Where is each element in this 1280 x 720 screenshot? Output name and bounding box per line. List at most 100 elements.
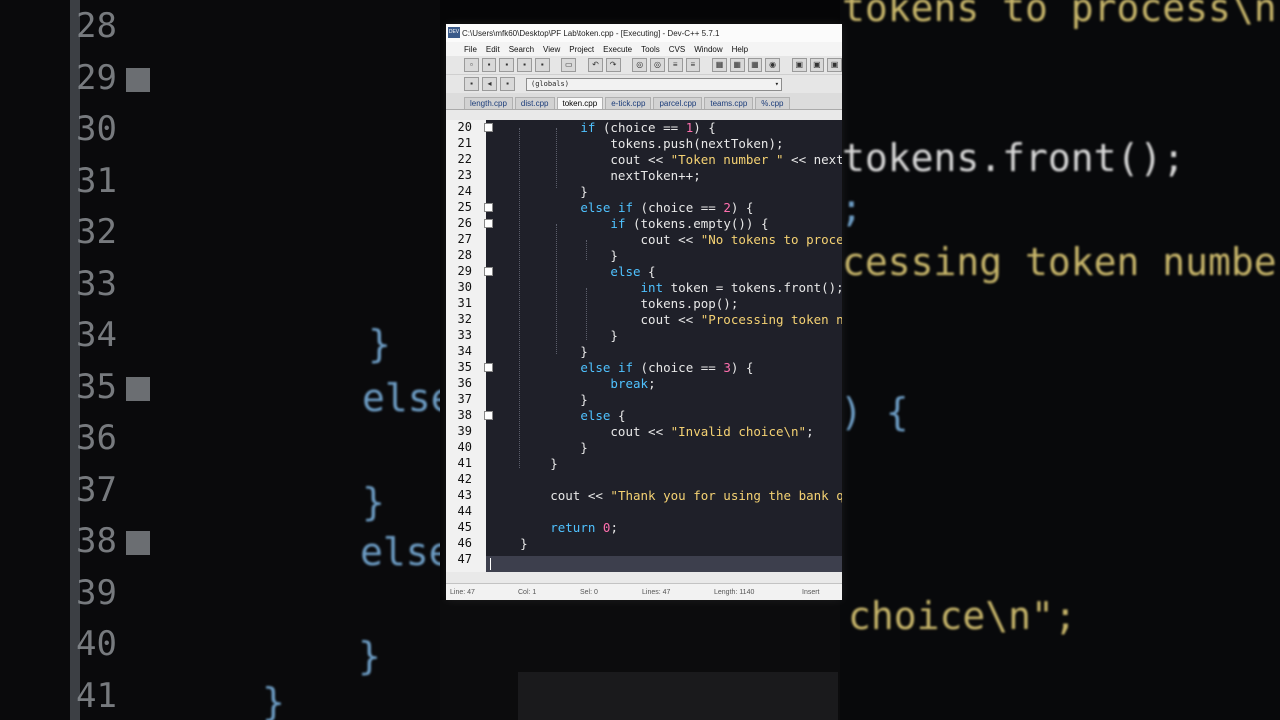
toggle-bookmark-icon[interactable]: ◂ (482, 77, 497, 91)
tab-e-tick-cpp[interactable]: e-tick.cpp (605, 97, 652, 109)
status-col: Col: 1 (518, 588, 537, 596)
close-file-icon[interactable]: ▪ (534, 58, 550, 72)
background-line-number: 28 (76, 6, 117, 46)
class-browser-icon[interactable]: ▣ (809, 58, 825, 72)
line-number: 20 (457, 120, 472, 134)
menu-file[interactable]: File (464, 45, 477, 54)
run-icon[interactable]: ▦ (729, 58, 745, 72)
menu-search[interactable]: Search (509, 45, 534, 54)
background-code: ) { (840, 390, 909, 434)
indent-icon[interactable]: ≡ (667, 58, 683, 72)
status-insert-mode: Insert (802, 588, 820, 596)
unindent-icon[interactable]: ≡ (685, 58, 701, 72)
code-line: else if (choice == 2) { (580, 200, 754, 215)
undo-icon[interactable]: ↶ (588, 58, 603, 72)
line-number: 27 (457, 232, 472, 246)
menu-view[interactable]: View (543, 45, 560, 54)
menu-window[interactable]: Window (694, 45, 722, 54)
main-toolbar: ▫ ▪ ▪ ▪ ▪ ▭ ↶ ↷ ◎ ◎ ≡ ≡ ▦ ▦ ▦ ◉ ▣ ▣ ▣ (446, 56, 842, 75)
chevron-down-icon[interactable]: ▾ (775, 79, 779, 90)
tab-percent-cpp[interactable]: %.cpp (755, 97, 790, 109)
background-fold-marker (126, 376, 150, 401)
code-line: cout << "Thank you for using the bank qu… (490, 488, 842, 503)
menu-tools[interactable]: Tools (641, 45, 660, 54)
background-code: } (362, 480, 385, 524)
compile-run-icon[interactable]: ▦ (747, 58, 763, 72)
line-number: 21 (457, 136, 472, 150)
code-line: else { (580, 408, 626, 423)
goto-bookmark-icon[interactable]: ▪ (500, 77, 515, 91)
window-title: C:\Users\mfk60\Desktop\PF Lab\token.cpp … (462, 28, 720, 38)
code-line: } (490, 328, 618, 343)
background-line-number: 31 (76, 160, 117, 201)
compile-icon[interactable]: ▦ (712, 58, 727, 72)
tab-token-cpp[interactable]: token.cpp (556, 97, 604, 109)
background-code: else (360, 530, 440, 574)
menu-cvs[interactable]: CVS (669, 45, 685, 54)
find-icon[interactable]: ◎ (632, 58, 648, 72)
save-all-icon[interactable]: ▪ (517, 58, 532, 72)
background-code: choice\n"; (848, 594, 1077, 638)
tab-dist-cpp[interactable]: dist.cpp (514, 97, 555, 109)
insert-icon[interactable]: ▪ (464, 77, 479, 91)
line-number: 47 (457, 552, 472, 566)
tab-teams-cpp[interactable]: teams.cpp (704, 97, 754, 109)
code-line: else { (610, 264, 656, 279)
background-line-number: 33 (76, 263, 117, 304)
new-file-icon[interactable]: ▫ (464, 58, 479, 72)
status-sel: Sel: 0 (580, 588, 598, 596)
code-line: tokens.pop(); (490, 296, 739, 311)
background-code: } (368, 322, 391, 366)
title-bar: DEV C:\Users\mfk60\Desktop\PF Lab\token.… (446, 24, 842, 42)
replace-icon[interactable]: ◎ (650, 58, 665, 72)
devcpp-window: DEV C:\Users\mfk60\Desktop\PF Lab\token.… (446, 24, 842, 600)
line-number: 39 (457, 424, 472, 438)
monitor-stand (518, 672, 838, 720)
menu-bar: File Edit Search View Project Execute To… (446, 42, 842, 56)
app-icon: DEV (448, 27, 460, 38)
tab-parcel-cpp[interactable]: parcel.cpp (653, 97, 703, 109)
menu-execute[interactable]: Execute (603, 45, 632, 54)
line-number: 29 (457, 264, 472, 278)
line-number: 24 (457, 184, 472, 198)
tab-length-cpp[interactable]: length.cpp (464, 97, 513, 109)
line-number: 46 (457, 536, 472, 550)
background-code: tokens to process\n (842, 0, 1277, 30)
menu-project[interactable]: Project (569, 45, 594, 54)
project-icon[interactable]: ▣ (791, 58, 807, 72)
line-number: 42 (457, 472, 472, 486)
background-fold-marker (126, 531, 150, 555)
status-lines: Lines: 47 (642, 588, 671, 596)
background-code: } (262, 680, 285, 720)
code-line: } (490, 248, 618, 263)
code-line: cout << "Invalid choice\n"; (490, 424, 814, 439)
line-number: 30 (457, 280, 472, 294)
code-line: break; (610, 376, 656, 391)
menu-edit[interactable]: Edit (486, 45, 500, 54)
line-number: 26 (457, 216, 472, 230)
line-number: 22 (457, 152, 472, 166)
print-icon[interactable]: ▭ (561, 58, 577, 72)
line-number: 25 (457, 200, 472, 214)
code-line: nextToken++; (490, 168, 701, 183)
code-line: cout << "No tokens to process\n (490, 232, 843, 247)
code-line: } (490, 536, 528, 551)
background-code: cessing token number (842, 240, 1280, 284)
save-icon[interactable]: ▪ (499, 58, 515, 72)
background-line-number: 39 (76, 572, 117, 613)
code-line: int token = tokens.front(); (640, 280, 842, 295)
line-number: 41 (457, 456, 472, 470)
open-file-icon[interactable]: ▪ (481, 58, 497, 72)
scope-select[interactable]: (globals) ▾ (526, 77, 782, 91)
code-line: else if (choice == 3) { (580, 360, 754, 375)
redo-icon[interactable]: ↷ (605, 58, 621, 72)
background-line-number: 40 (76, 624, 117, 664)
background-line-number: 36 (76, 418, 117, 458)
current-line-highlight (486, 556, 842, 572)
line-number: 32 (457, 312, 472, 326)
debug-icon[interactable]: ◉ (765, 58, 780, 72)
code-editor[interactable]: 20 if (choice == 1) {21 tokens.push(next… (446, 120, 842, 572)
scope-select-value: (globals) (531, 79, 569, 88)
options-icon[interactable]: ▣ (827, 58, 842, 72)
menu-help[interactable]: Help (732, 45, 748, 54)
